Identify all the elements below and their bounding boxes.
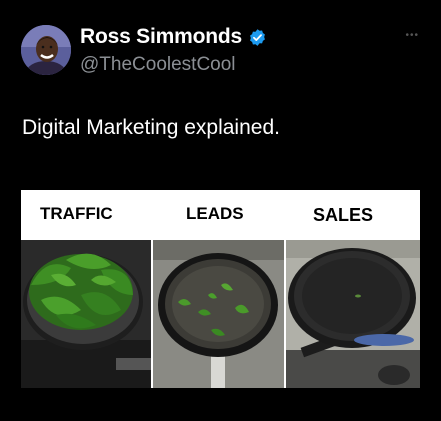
meme-label-leads: LEADS	[186, 204, 244, 223]
photo-sales-pan	[286, 240, 420, 388]
meme-label-sales: SALES	[313, 205, 374, 225]
tweet-card[interactable]: Ross Simmonds @TheCoolestCool ••• Digita…	[0, 0, 441, 421]
author-row: Ross Simmonds	[80, 25, 267, 49]
meme-label-traffic: TRAFFIC	[40, 204, 113, 223]
author-name[interactable]: Ross Simmonds	[80, 25, 242, 49]
photo-leads-pan	[153, 240, 284, 388]
avatar-image	[21, 25, 71, 75]
avatar[interactable]	[21, 25, 71, 75]
photo-traffic-pan	[21, 240, 151, 388]
verified-badge-icon[interactable]	[248, 28, 267, 47]
more-dots-icon[interactable]: •••	[405, 30, 419, 41]
tweet-text: Digital Marketing explained.	[22, 116, 280, 139]
meme-image[interactable]: TRAFFIC LEADS SALES	[21, 190, 420, 388]
author-handle[interactable]: @TheCoolestCool	[80, 54, 236, 76]
